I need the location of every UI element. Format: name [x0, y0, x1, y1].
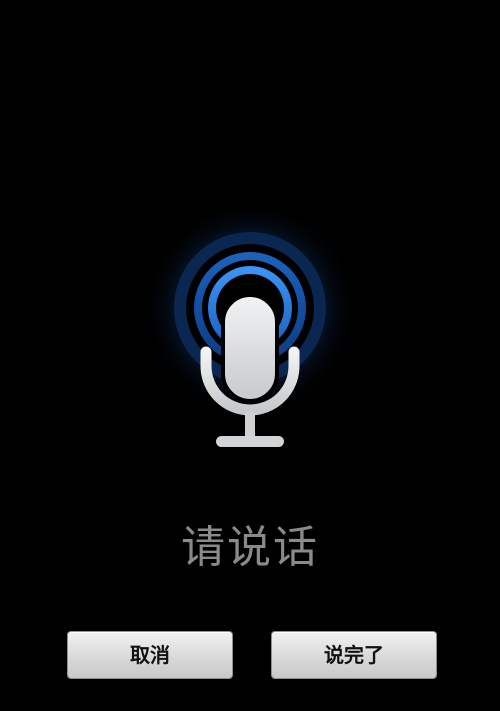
speak-prompt-text: 请说话: [181, 522, 319, 573]
finish-speaking-button[interactable]: 说完了: [272, 632, 436, 678]
voice-input-screen: 请说话 取消 说完了: [0, 0, 500, 711]
microphone-stem: [245, 412, 255, 438]
microphone-base: [216, 436, 284, 447]
microphone-capsule: [221, 293, 279, 403]
cancel-button[interactable]: 取消: [68, 632, 232, 678]
microphone-graphic: [142, 200, 358, 447]
